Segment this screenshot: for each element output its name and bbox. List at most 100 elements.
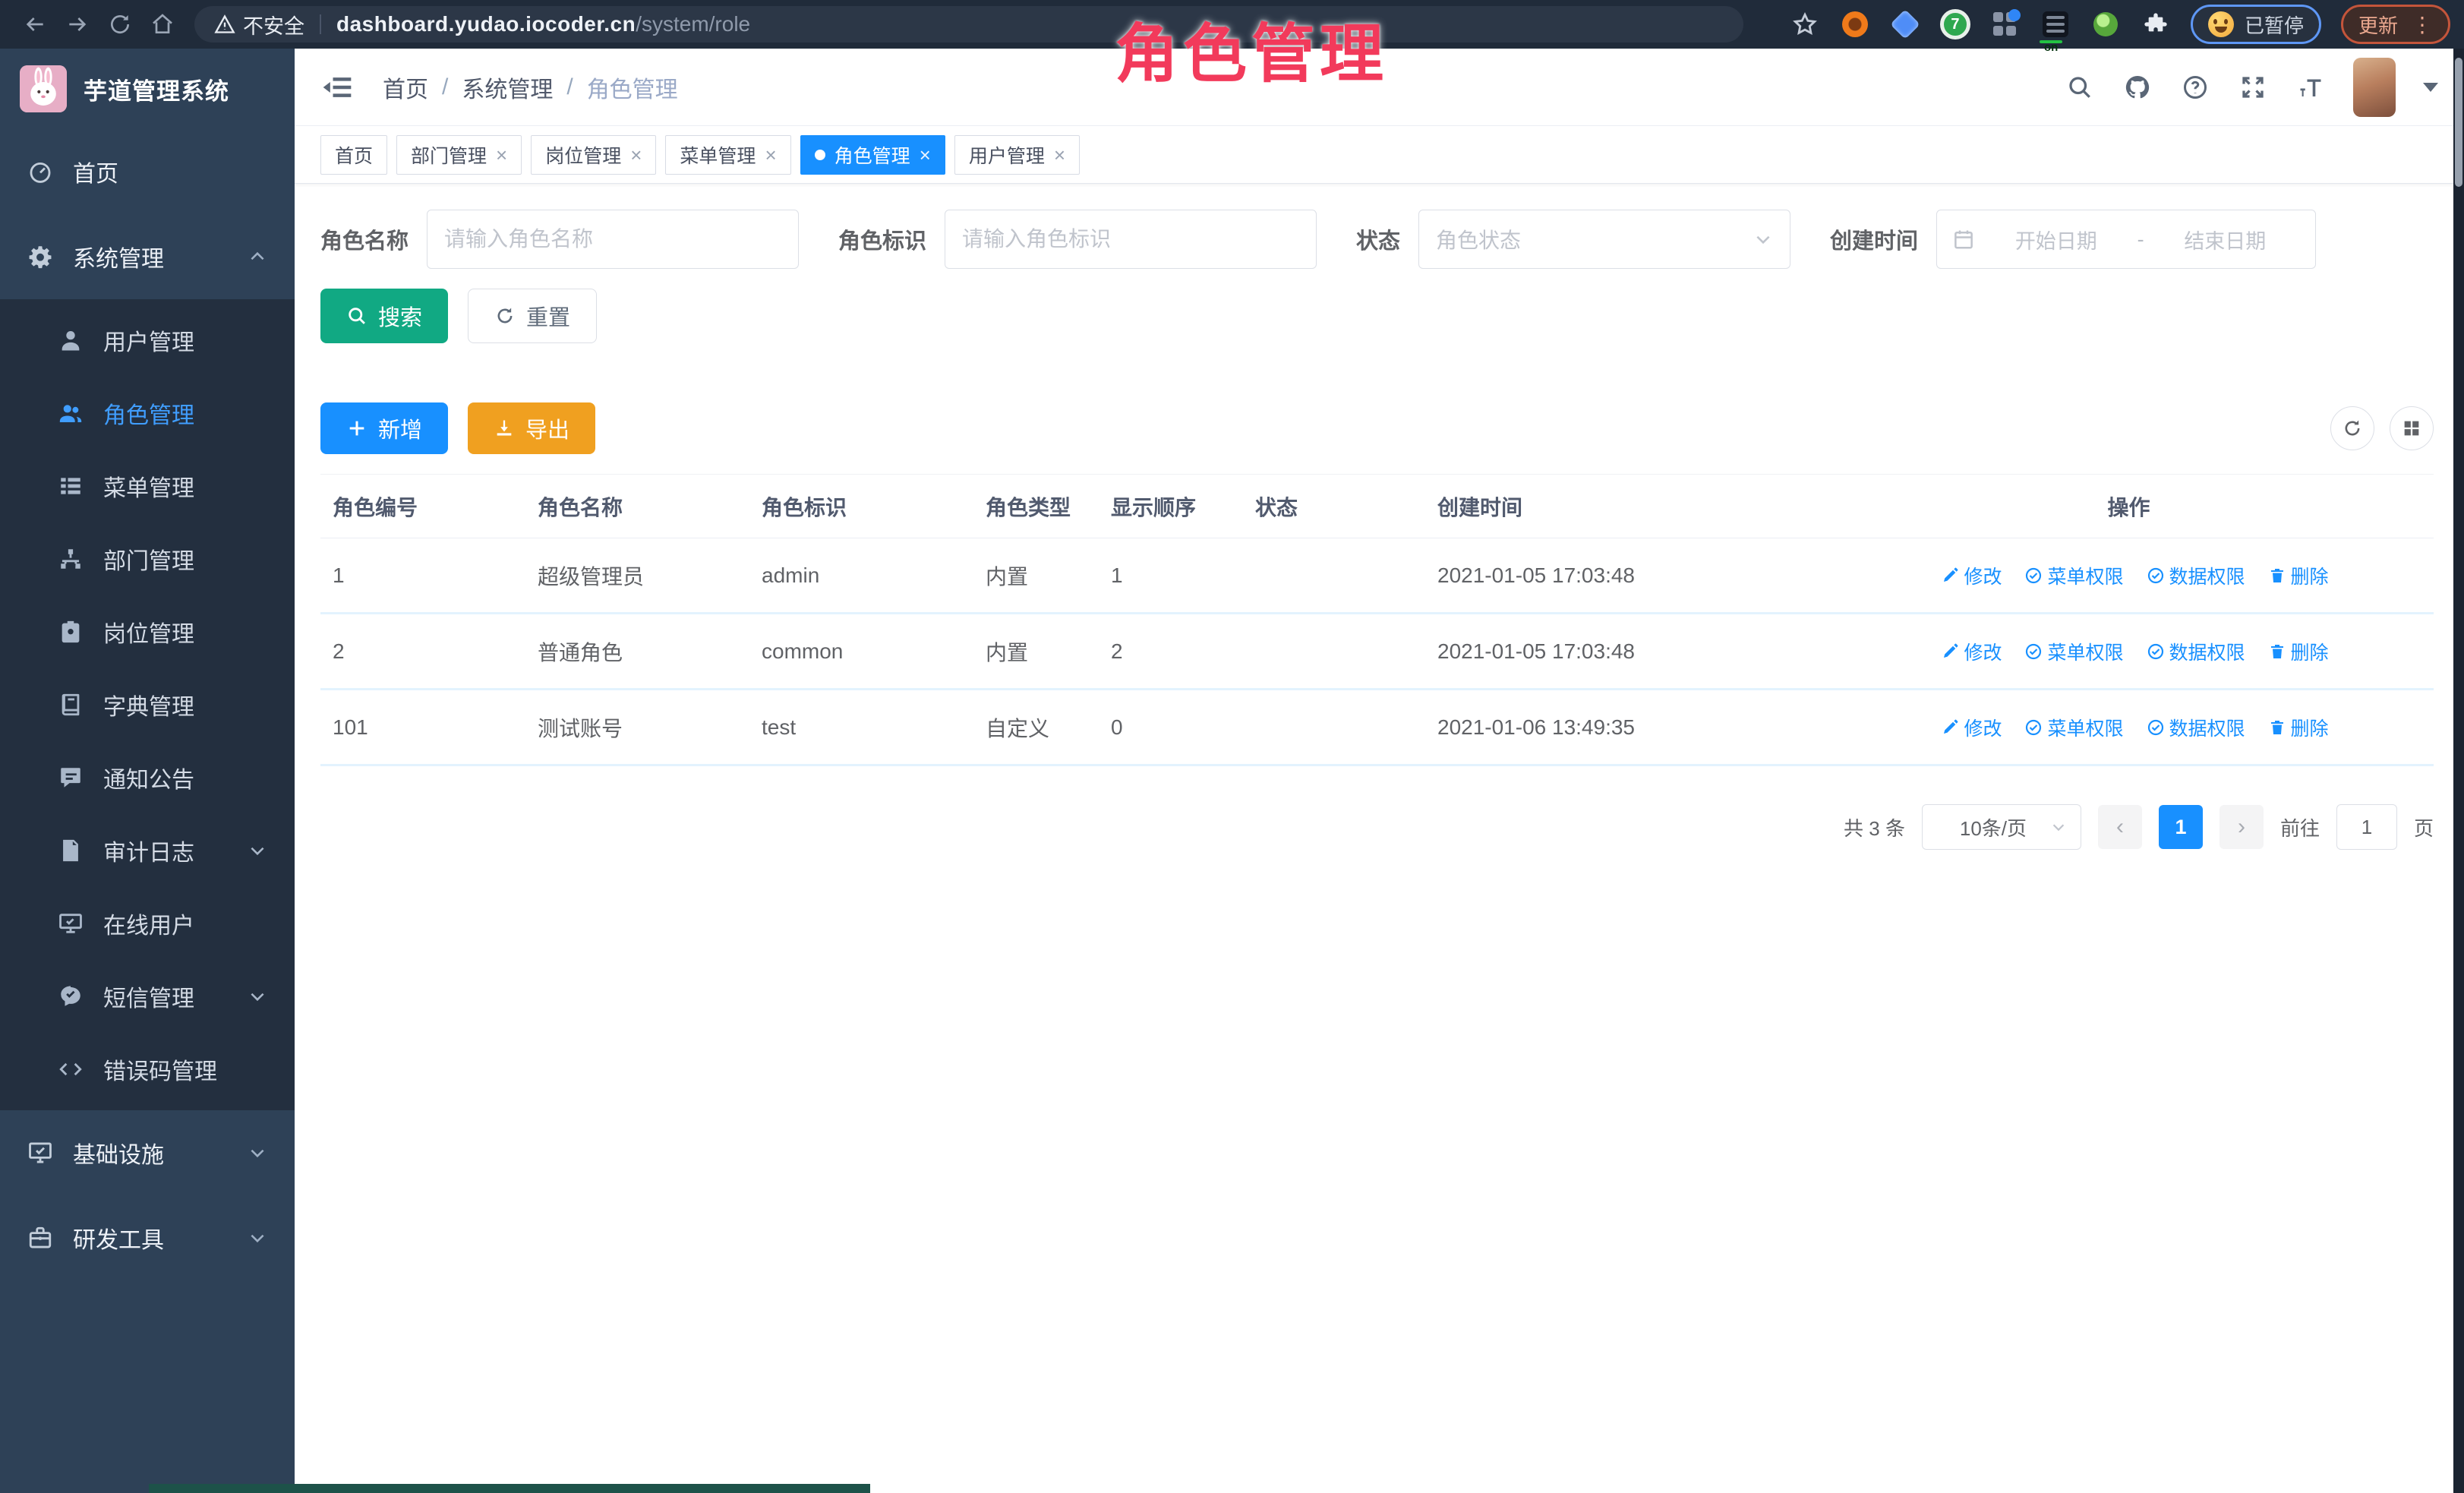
status-select[interactable]: 角色状态 bbox=[1418, 210, 1790, 269]
edit-link[interactable]: 修改 bbox=[1941, 714, 2002, 741]
breadcrumb-system[interactable]: 系统管理 bbox=[462, 71, 553, 104]
tab-dept[interactable]: 部门管理 × bbox=[396, 135, 522, 175]
menu-permission-link[interactable]: 菜单权限 bbox=[2024, 638, 2123, 665]
extension-dark-on-icon[interactable]: on bbox=[2040, 9, 2071, 39]
reload-icon[interactable] bbox=[99, 6, 141, 43]
sidebar-item-users[interactable]: 用户管理 bbox=[0, 304, 295, 377]
tab-close-icon[interactable]: × bbox=[630, 145, 642, 165]
github-icon[interactable] bbox=[2122, 72, 2153, 103]
sidebar-item-label: 菜单管理 bbox=[103, 469, 194, 503]
forward-icon[interactable] bbox=[56, 6, 99, 43]
edit-link[interactable]: 修改 bbox=[1941, 638, 2002, 665]
tab-role[interactable]: 角色管理 × bbox=[800, 135, 945, 175]
next-page-button[interactable]: › bbox=[2219, 805, 2264, 849]
col-header-sort: 显示顺序 bbox=[1099, 491, 1243, 522]
sidebar-item-roles[interactable]: 角色管理 bbox=[0, 377, 295, 450]
sidebar-item-menus[interactable]: 菜单管理 bbox=[0, 450, 295, 522]
date-range-picker[interactable]: 开始日期 - 结束日期 bbox=[1936, 210, 2316, 269]
search-button-label: 搜索 bbox=[378, 300, 422, 332]
data-permission-link[interactable]: 数据权限 bbox=[2147, 562, 2245, 589]
cell-name: 超级管理员 bbox=[525, 560, 749, 591]
not-secure-warning[interactable]: 不安全 bbox=[214, 10, 304, 39]
tab-close-icon[interactable]: × bbox=[920, 145, 931, 165]
tab-home[interactable]: 首页 bbox=[320, 135, 387, 175]
sidebar-item-dev-tools[interactable]: 研发工具 bbox=[0, 1195, 295, 1280]
avatar-caret-icon[interactable] bbox=[2423, 83, 2438, 92]
address-bar[interactable]: 不安全 dashboard.yudao.iocoder.cn/system/ro… bbox=[194, 6, 1743, 43]
current-page-button[interactable]: 1 bbox=[2159, 805, 2203, 849]
goto-page-input[interactable] bbox=[2336, 804, 2397, 850]
user-avatar[interactable] bbox=[2353, 58, 2396, 117]
sidebar-item-audit-log[interactable]: 审计日志 bbox=[0, 814, 295, 887]
extension-sprout-icon[interactable] bbox=[2090, 9, 2121, 39]
role-key-input[interactable] bbox=[945, 210, 1317, 269]
delete-link[interactable]: 删除 bbox=[2268, 638, 2329, 665]
circle-check-icon bbox=[2024, 642, 2043, 661]
fullscreen-icon[interactable] bbox=[2238, 72, 2268, 103]
breadcrumb-separator: / bbox=[566, 74, 573, 100]
col-header-type: 角色类型 bbox=[973, 491, 1099, 522]
reset-button[interactable]: 重置 bbox=[468, 289, 597, 343]
sidebar-item-depts[interactable]: 部门管理 bbox=[0, 522, 295, 595]
prev-page-button[interactable]: ‹ bbox=[2098, 805, 2142, 849]
app-logo-row[interactable]: 芋道管理系统 bbox=[0, 49, 295, 129]
extension-grid-icon[interactable] bbox=[1990, 9, 2021, 39]
role-name-input[interactable] bbox=[427, 210, 799, 269]
tab-close-icon[interactable]: × bbox=[765, 145, 776, 165]
add-button-label: 新增 bbox=[378, 412, 422, 444]
add-button[interactable]: 新增 bbox=[320, 402, 448, 454]
badge-icon bbox=[58, 619, 84, 645]
delete-link[interactable]: 删除 bbox=[2268, 714, 2329, 741]
menu-permission-link[interactable]: 菜单权限 bbox=[2024, 714, 2123, 741]
active-tab-dot bbox=[815, 150, 825, 160]
data-permission-link[interactable]: 数据权限 bbox=[2147, 714, 2245, 741]
menu-permission-link[interactable]: 菜单权限 bbox=[2024, 562, 2123, 589]
col-header-ops: 操作 bbox=[1824, 491, 2434, 522]
edit-link[interactable]: 修改 bbox=[1941, 562, 2002, 589]
sidebar-item-infrastructure[interactable]: 基础设施 bbox=[0, 1110, 295, 1195]
sidebar-item-label: 在线用户 bbox=[103, 907, 194, 940]
export-button[interactable]: 导出 bbox=[468, 402, 595, 454]
update-chip[interactable]: 更新 ⋮ bbox=[2341, 5, 2450, 44]
chrome-menu-dots-icon[interactable]: ⋮ bbox=[2412, 12, 2433, 37]
sidebar-item-online-users[interactable]: 在线用户 bbox=[0, 887, 295, 960]
browser-scrollbar[interactable] bbox=[2453, 49, 2464, 1493]
search-button[interactable]: 搜索 bbox=[320, 289, 448, 343]
tab-close-icon[interactable]: × bbox=[496, 145, 507, 165]
pencil-icon bbox=[1941, 567, 1959, 585]
home-icon[interactable] bbox=[141, 6, 184, 43]
message-icon bbox=[58, 765, 84, 791]
help-icon[interactable] bbox=[2180, 72, 2210, 103]
sidebar-item-notice[interactable]: 通知公告 bbox=[0, 741, 295, 814]
breadcrumb: 首页 / 系统管理 / 角色管理 bbox=[383, 71, 678, 104]
delete-link[interactable]: 删除 bbox=[2268, 562, 2329, 589]
sidebar-item-system[interactable]: 系统管理 bbox=[0, 214, 295, 299]
data-permission-link[interactable]: 数据权限 bbox=[2147, 638, 2245, 665]
extensions-puzzle-icon[interactable] bbox=[2141, 9, 2171, 39]
back-icon[interactable] bbox=[14, 6, 56, 43]
cell-created: 2021-01-05 17:03:48 bbox=[1425, 639, 1824, 664]
font-size-icon[interactable] bbox=[2295, 72, 2326, 103]
sidebar-item-dict[interactable]: 字典管理 bbox=[0, 668, 295, 741]
extension-orange-icon[interactable] bbox=[1840, 9, 1870, 39]
extension-green-icon[interactable]: 7 bbox=[1940, 9, 1970, 39]
scrollbar-thumb[interactable] bbox=[2455, 58, 2462, 187]
sidebar-fold-icon[interactable] bbox=[320, 71, 354, 104]
sidebar-item-error-codes[interactable]: 错误码管理 bbox=[0, 1033, 295, 1106]
col-header-created: 创建时间 bbox=[1425, 491, 1824, 522]
refresh-table-button[interactable] bbox=[2330, 406, 2374, 450]
page-size-select[interactable]: 10条/页 bbox=[1922, 804, 2081, 850]
bookmark-star-icon[interactable] bbox=[1790, 9, 1820, 39]
column-settings-button[interactable] bbox=[2390, 406, 2434, 450]
tab-close-icon[interactable]: × bbox=[1054, 145, 1065, 165]
search-icon[interactable] bbox=[2065, 72, 2095, 103]
sidebar-item-home[interactable]: 首页 bbox=[0, 129, 295, 214]
breadcrumb-home[interactable]: 首页 bbox=[383, 71, 428, 104]
tab-user[interactable]: 用户管理 × bbox=[954, 135, 1080, 175]
profile-paused-chip[interactable]: 已暂停 bbox=[2191, 5, 2321, 44]
tab-menu[interactable]: 菜单管理 × bbox=[665, 135, 790, 175]
extension-gem-icon[interactable] bbox=[1890, 9, 1920, 39]
sidebar-item-sms[interactable]: 短信管理 bbox=[0, 960, 295, 1033]
sidebar-item-posts[interactable]: 岗位管理 bbox=[0, 595, 295, 668]
tab-post[interactable]: 岗位管理 × bbox=[531, 135, 656, 175]
